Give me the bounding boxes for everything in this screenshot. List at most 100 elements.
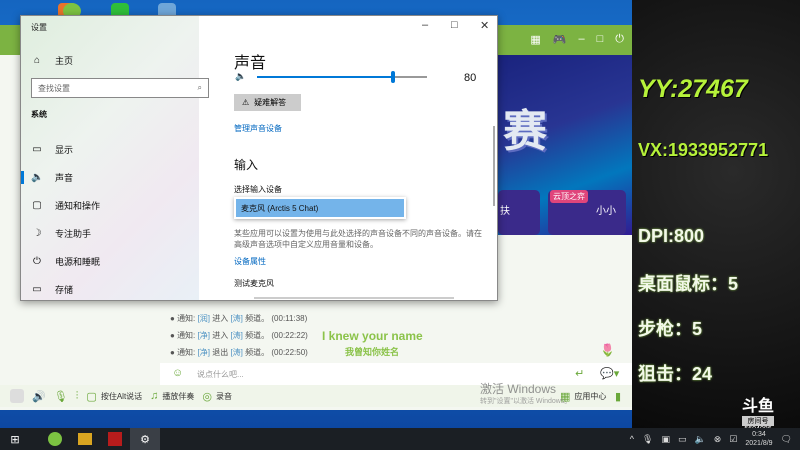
device-properties-link[interactable]: 设备属性 [234, 256, 266, 267]
nav-label: 主页 [55, 56, 74, 66]
input-device-label: 选择输入设备 [234, 185, 282, 194]
start-button[interactable]: ⊞ [0, 428, 30, 450]
grid-icon[interactable]: ▦ [530, 33, 540, 46]
page-title: 声音 [234, 55, 267, 72]
monitor-icon: ▭ [32, 144, 42, 155]
settings-content: – □ ✕ 声音 🔈 80 ⚠ 疑难解答 管理声音设备 输入 选择输入设备 麦克风… [199, 16, 497, 300]
record-button[interactable]: ◎ 录音 [202, 390, 232, 403]
home-icon: ⌂ [33, 55, 41, 66]
emoji-icon[interactable]: ☺ [172, 367, 183, 379]
nav-focus[interactable]: ☽ 专注助手 [31, 227, 92, 240]
taskbar-app-icon[interactable] [100, 428, 130, 450]
maximize-icon[interactable]: □ [597, 33, 604, 46]
notification-icon: ▢ [32, 200, 42, 211]
chat-line: ● 通知: [净] 进入 [涛] 频道。 (00:22:22) [170, 331, 308, 340]
nav-sound[interactable]: 🔈 声音 [31, 171, 73, 184]
manage-devices-link[interactable]: 管理声音设备 [234, 123, 282, 134]
flower-icon[interactable]: 🌷 [600, 343, 615, 357]
taskbar-app-icon[interactable] [70, 428, 100, 450]
chat-placeholder: 说点什么吧... [197, 370, 244, 379]
desktop-sens: 桌面鼠标：5 [638, 274, 739, 294]
nav-label: 显示 [55, 145, 74, 155]
rifle-sens: 步枪：5 [638, 319, 703, 339]
game-banner[interactable]: 赛 扶 小小 云顶之弈 [498, 55, 632, 235]
notification-center-icon[interactable]: 🗨 [781, 434, 792, 445]
dropdown-option[interactable]: 麦克风 (Arctis 5 Chat) [236, 199, 404, 217]
chat-input[interactable]: ☺ 说点什么吧... ↵ 💬▾ [160, 363, 632, 385]
chat-line: ● 通知: [净] 退出 [涛] 频道。 (00:22:50) [170, 348, 308, 357]
bubble-icon[interactable]: 💬▾ [600, 367, 619, 380]
settings-search-input[interactable]: 查找设置 ⌕ [31, 78, 209, 98]
activation-watermark-sub: 转到"设置"以激活 Windows。 [480, 398, 572, 405]
douyu-logo: 斗鱼 房间号 5604086 [742, 398, 775, 433]
speaker-icon: 🔈 [31, 172, 44, 183]
warning-icon: ⚠ [242, 98, 250, 107]
mic-icon[interactable]: 🎙 [642, 434, 653, 445]
mic-icon[interactable]: 🎙 [54, 390, 68, 403]
dpi-setting: DPI:800 [638, 226, 705, 246]
box-icon: ▢ [86, 390, 97, 403]
input-heading: 输入 [234, 158, 259, 172]
volume-icon[interactable]: 🔈 [694, 434, 705, 445]
mic-level-meter [254, 297, 454, 299]
accompany-label: 播放伴奏 [162, 391, 195, 401]
nav-home[interactable]: ⌂ 主页 [31, 54, 73, 67]
settings-taskbar-icon[interactable]: ⚙ [130, 428, 160, 450]
lyric-chinese: 我曾知你姓名 [345, 347, 400, 357]
scrollbar[interactable] [493, 126, 495, 206]
system-tray: ^ 🎙 ▣ ▭ 🔈 ⊗ ☑ 0:34 2021/8/9 🗨 [630, 428, 792, 450]
banner-title: 赛 [503, 107, 547, 156]
accompany-button[interactable]: ♫ 播放伴奏 [150, 390, 194, 402]
hold-alt-label: 按住Alt说话 [100, 391, 143, 401]
signal-icon: ▮ [615, 390, 622, 403]
nav-label: 声音 [55, 173, 74, 183]
close-button[interactable]: ✕ [480, 19, 489, 32]
game-card[interactable]: 扶 [498, 190, 540, 235]
wechat-id: VX:1933952771 [638, 140, 769, 160]
network-icon[interactable]: ▭ [678, 434, 687, 445]
volume-value: 80 [464, 72, 477, 84]
taskbar-app-icon[interactable] [40, 428, 70, 450]
nav-display[interactable]: ▭ 显示 [31, 143, 73, 156]
window-title: 设置 [31, 23, 47, 32]
tray-app-icon[interactable]: ▣ [661, 434, 670, 445]
nav-notifications[interactable]: ▢ 通知和操作 [31, 199, 100, 212]
troubleshoot-button[interactable]: ⚠ 疑难解答 [234, 94, 301, 111]
equalizer-icon[interactable]: ⫶ [76, 390, 79, 403]
speaker-icon: 🔈 [235, 71, 247, 81]
minimize-button[interactable]: – [422, 19, 428, 31]
activation-watermark: 激活 Windows [480, 382, 557, 396]
chevron-up-icon[interactable]: ^ [630, 434, 634, 444]
hold-alt-button[interactable]: ▢ 按住Alt说话 [86, 390, 142, 403]
stream-overlay: YY:27467 VX:1933952771 DPI:800 桌面鼠标：5 步枪… [632, 0, 800, 433]
volume-slider[interactable] [257, 71, 427, 83]
maximize-button[interactable]: □ [451, 19, 458, 31]
game-tag: 云顶之弈 [550, 190, 588, 203]
gamepad-icon[interactable]: 🎮 [553, 33, 567, 46]
slider-thumb[interactable] [391, 71, 395, 83]
tray-app-icon[interactable]: ⊗ [714, 434, 722, 445]
clock[interactable]: 0:34 2021/8/9 [745, 430, 772, 448]
chat-line: ● 通知: [润] 进入 [涛] 频道。 (00:11:38) [170, 314, 308, 323]
yy-id: YY:27467 [638, 75, 748, 103]
input-description: 某些应用可以设置为使用与此处选择的声音设备不同的声音设备。请在高级声音选项中自定… [234, 229, 482, 249]
music-icon: ♫ [150, 390, 159, 402]
minimize-icon[interactable]: – [579, 33, 585, 46]
send-icon[interactable]: ↵ [575, 367, 584, 380]
speaker-icon[interactable]: 🔊 [32, 390, 46, 403]
nav-power[interactable]: ⏻ 电源和睡眠 [31, 255, 100, 268]
nav-label: 存储 [55, 285, 74, 295]
nav-label: 专注助手 [55, 229, 92, 239]
power-icon[interactable]: ⏻ [615, 33, 624, 46]
sniper-sens: 狙击：24 [638, 364, 713, 384]
nav-label: 通知和操作 [55, 201, 101, 211]
tray-app-icon[interactable]: ☑ [729, 434, 737, 445]
nav-storage[interactable]: ▭ 存储 [31, 283, 73, 296]
taskbar: ⊞ ⚙ ^ 🎙 ▣ ▭ 🔈 ⊗ ☑ 0:34 2021/8/9 🗨 [0, 428, 800, 450]
input-device-dropdown[interactable]: 麦克风 (Arctis 5 Chat) [234, 197, 406, 219]
record-label: 录音 [216, 391, 233, 401]
avatar[interactable] [10, 389, 24, 403]
app-center-label: 应用中心 [574, 391, 607, 401]
lyric-english: I knew your name [322, 329, 423, 343]
nav-label: 电源和睡眠 [55, 257, 101, 267]
